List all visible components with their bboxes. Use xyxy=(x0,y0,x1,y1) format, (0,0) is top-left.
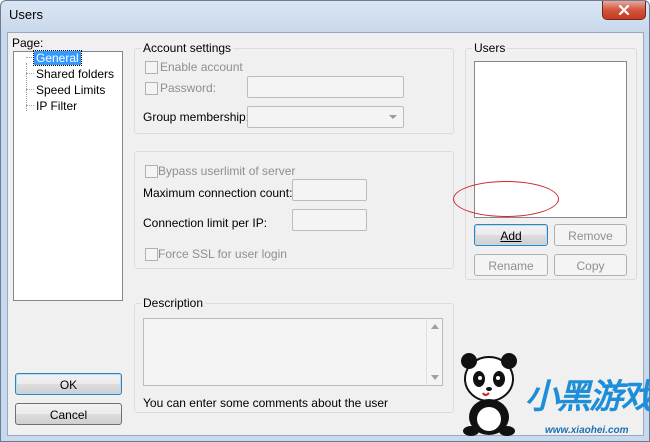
annotation-highlight-ring xyxy=(453,181,559,217)
add-user-button[interactable]: Add xyxy=(474,224,548,246)
add-user-label: Add xyxy=(500,229,522,243)
page-label: Page: xyxy=(12,36,44,50)
group-membership-select[interactable] xyxy=(247,106,404,128)
tree-item-general[interactable]: General xyxy=(33,50,82,66)
description-title: Description xyxy=(141,296,206,310)
tree-item-shared-folders[interactable]: Shared folders xyxy=(36,67,114,81)
close-button[interactable] xyxy=(602,1,646,20)
tree-connector xyxy=(26,57,34,58)
close-icon xyxy=(618,5,630,15)
group-membership-label: Group membership: xyxy=(143,110,250,124)
tree-connector xyxy=(26,73,34,74)
tree-item-speed-limits[interactable]: Speed Limits xyxy=(36,83,105,97)
bypass-userlimit-checkbox[interactable] xyxy=(145,165,158,178)
connection-limit-per-ip-label: Connection limit per IP: xyxy=(143,216,268,230)
watermark-url: www.xiaohei.com xyxy=(545,425,629,436)
tree-connector xyxy=(26,63,27,111)
account-settings-title: Account settings xyxy=(141,41,234,55)
remove-user-button[interactable]: Remove xyxy=(554,224,627,246)
password-checkbox[interactable] xyxy=(145,82,158,95)
rename-user-button[interactable]: Rename xyxy=(474,254,548,276)
tree-connector xyxy=(26,105,34,106)
page-tree[interactable]: General Shared folders Speed Limits IP F… xyxy=(13,50,123,301)
scroll-down-icon xyxy=(431,375,439,380)
password-input[interactable] xyxy=(247,76,404,98)
connection-limit-per-ip-input[interactable] xyxy=(292,209,367,231)
max-connection-count-input[interactable] xyxy=(292,179,367,201)
enable-account-checkbox[interactable] xyxy=(145,61,158,74)
tree-connector xyxy=(26,89,34,90)
title-bar[interactable]: Users xyxy=(1,1,649,31)
panda-mascot-icon xyxy=(461,353,517,436)
cancel-button[interactable]: Cancel xyxy=(15,403,122,425)
rename-user-label: Rename xyxy=(488,259,534,273)
chevron-down-icon xyxy=(389,115,397,119)
watermark-logo: 小黑游戏 www.xiaohei.com xyxy=(453,341,650,441)
description-scrollbar[interactable] xyxy=(426,319,442,385)
enable-account-label: Enable account xyxy=(160,60,243,74)
force-ssl-checkbox[interactable] xyxy=(145,248,158,261)
ok-button[interactable]: OK xyxy=(15,373,122,395)
users-dialog-window: Users Page: General Shared folders Speed… xyxy=(0,0,650,442)
remove-user-label: Remove xyxy=(568,229,613,243)
scroll-up-icon xyxy=(431,324,439,329)
copy-user-label: Copy xyxy=(576,259,605,273)
users-title: Users xyxy=(472,41,508,55)
window-title: Users xyxy=(9,7,43,22)
bypass-userlimit-label: Bypass userlimit of server xyxy=(158,164,296,178)
copy-user-button[interactable]: Copy xyxy=(554,254,627,276)
password-label: Password: xyxy=(160,81,217,95)
max-connection-count-label: Maximum connection count: xyxy=(143,186,293,200)
watermark-brand: 小黑游戏 xyxy=(525,378,650,416)
force-ssl-label: Force SSL for user login xyxy=(158,247,287,261)
description-textarea[interactable] xyxy=(143,318,443,386)
tree-item-ip-filter[interactable]: IP Filter xyxy=(36,99,77,113)
description-hint: You can enter some comments about the us… xyxy=(143,396,389,410)
